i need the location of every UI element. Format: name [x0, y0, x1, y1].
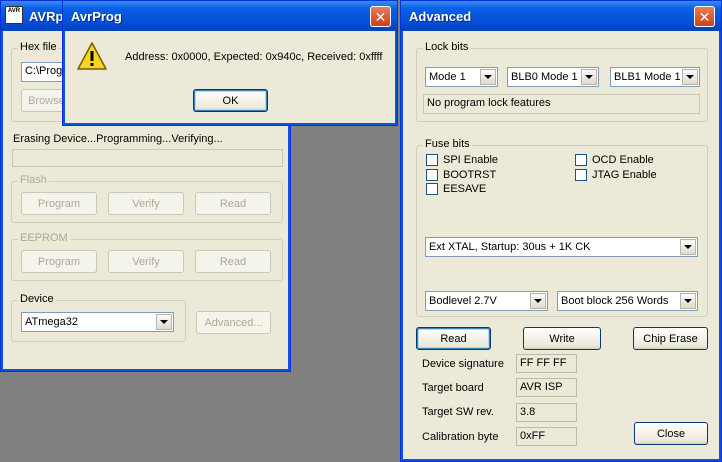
clock-select-value: Ext XTAL, Startup: 30us + 1K CK [429, 241, 591, 253]
boot-block-select[interactable]: Boot block 256 Words [557, 291, 698, 311]
eeprom-verify-button[interactable]: Verify [108, 250, 184, 273]
eesave-checkbox[interactable] [426, 183, 438, 195]
lock-mode-value: Mode 1 [429, 71, 466, 83]
eesave-label: EESAVE [443, 183, 487, 195]
hex-file-label: Hex file [18, 41, 59, 53]
calibration-value: 0xFF [516, 427, 577, 446]
blb1-mode-select[interactable]: BLB1 Mode 1 [610, 67, 700, 87]
device-select-value: ATmega32 [25, 316, 78, 328]
chevron-down-icon[interactable] [581, 69, 597, 85]
bodlevel-select[interactable]: Bodlevel 2.7V [425, 291, 548, 311]
write-button[interactable]: Write [523, 327, 601, 350]
spi-enable-label: SPI Enable [443, 154, 499, 166]
bootrst-label: BOOTRST [443, 169, 497, 181]
chevron-down-icon[interactable] [480, 69, 496, 85]
eeprom-program-button[interactable]: Program [21, 250, 97, 273]
chip-erase-button[interactable]: Chip Erase [633, 327, 708, 350]
jtag-enable-label: JTAG Enable [592, 169, 657, 181]
warning-icon [77, 42, 107, 70]
ocd-enable-checkbox[interactable] [575, 154, 587, 166]
message-text: Address: 0x0000, Expected: 0x940c, Recei… [125, 51, 383, 63]
calibration-label: Calibration byte [422, 431, 499, 443]
message-dialog-title: AvrProg [71, 8, 122, 24]
device-select[interactable]: ATmega32 [21, 312, 174, 332]
flash-label: Flash [18, 174, 49, 186]
ocd-enable-label: OCD Enable [592, 154, 654, 166]
boot-block-value: Boot block 256 Words [561, 295, 669, 307]
target-board-label: Target board [422, 382, 484, 394]
ok-button[interactable]: OK [193, 89, 268, 112]
progress-bar [12, 149, 283, 167]
flash-read-button[interactable]: Read [195, 192, 271, 215]
clock-select[interactable]: Ext XTAL, Startup: 30us + 1K CK [425, 237, 698, 257]
device-signature-value: FF FF FF [516, 354, 577, 373]
target-board-value: AVR ISP [516, 378, 577, 397]
eeprom-read-button[interactable]: Read [195, 250, 271, 273]
advanced-titlebar[interactable]: Advanced ✕ [401, 1, 721, 31]
close-button[interactable]: Close [634, 422, 708, 445]
lock-mode-select[interactable]: Mode 1 [425, 67, 498, 87]
bootrst-checkbox[interactable] [426, 169, 438, 181]
jtag-enable-checkbox[interactable] [575, 169, 587, 181]
device-label: Device [18, 293, 56, 305]
flash-verify-button[interactable]: Verify [108, 192, 184, 215]
read-button[interactable]: Read [416, 327, 491, 350]
status-text: Erasing Device...Programming...Verifying… [13, 133, 223, 145]
target-sw-value: 3.8 [516, 403, 577, 422]
advanced-window: Advanced ✕ Lock bits Mode 1 BLB0 Mode 1 … [400, 0, 722, 462]
chevron-down-icon[interactable] [680, 293, 696, 309]
avr-logo-icon: AVR [5, 6, 23, 24]
message-dialog-titlebar[interactable]: AvrProg ✕ [63, 1, 397, 31]
target-sw-label: Target SW rev. [422, 406, 494, 418]
chevron-down-icon[interactable] [682, 69, 698, 85]
bodlevel-value: Bodlevel 2.7V [429, 295, 497, 307]
blb1-mode-value: BLB1 Mode 1 [614, 71, 681, 83]
message-dialog-close-icon[interactable]: ✕ [370, 6, 391, 27]
flash-program-button[interactable]: Program [21, 192, 97, 215]
device-signature-label: Device signature [422, 358, 504, 370]
advanced-window-title: Advanced [409, 8, 472, 24]
chevron-down-icon[interactable] [156, 314, 172, 330]
chevron-down-icon[interactable] [680, 239, 696, 255]
advanced-close-icon[interactable]: ✕ [694, 6, 715, 27]
lock-status-field: No program lock features [423, 94, 700, 114]
spi-enable-checkbox[interactable] [426, 154, 438, 166]
blb0-mode-select[interactable]: BLB0 Mode 1 [507, 67, 599, 87]
lock-bits-label: Lock bits [423, 41, 471, 53]
advanced-button[interactable]: Advanced... [196, 311, 271, 334]
message-dialog: AvrProg ✕ Address: 0x0000, Expected: 0x9… [62, 0, 398, 126]
eeprom-label: EEPROM [18, 232, 70, 244]
blb0-mode-value: BLB0 Mode 1 [511, 71, 578, 83]
chevron-down-icon[interactable] [530, 293, 546, 309]
fuse-bits-label: Fuse bits [423, 138, 472, 150]
